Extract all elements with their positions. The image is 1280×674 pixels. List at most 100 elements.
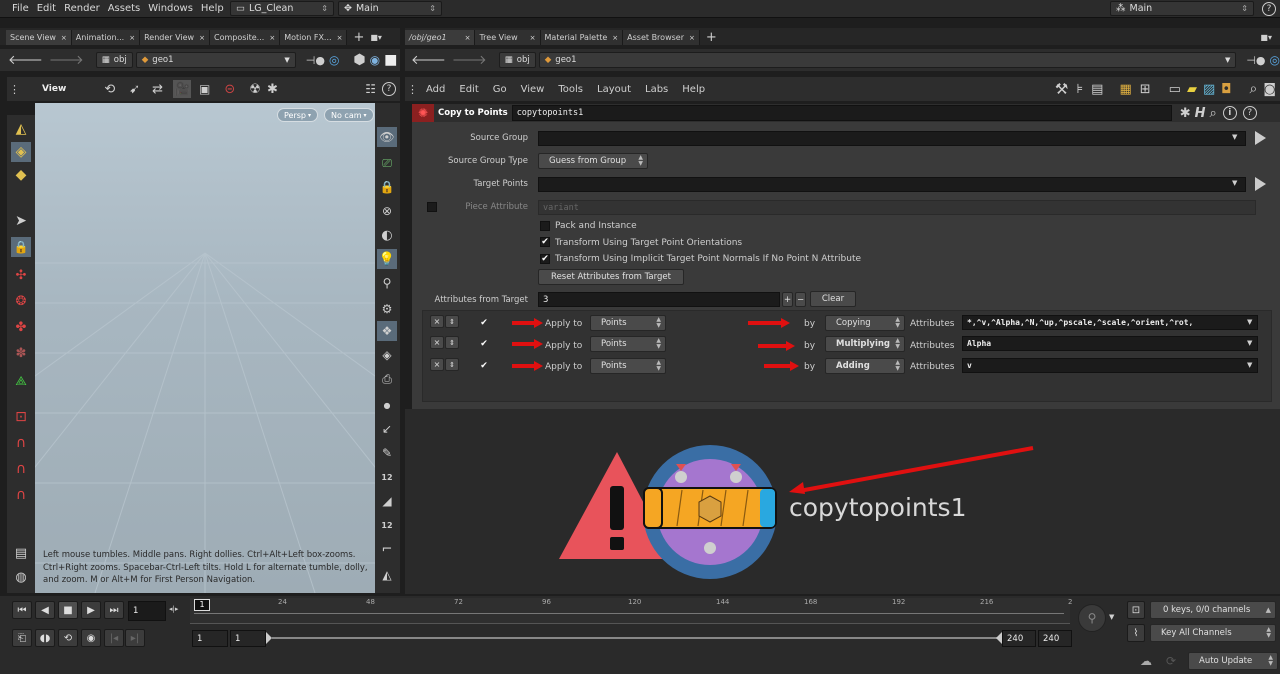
source-group-type-menu[interactable]: Guess from Group ▲ ▼ (538, 153, 648, 169)
square-icon[interactable]: ■ (384, 52, 397, 68)
target-points-field[interactable] (538, 177, 1246, 192)
apply-to-menu[interactable]: Points ▲ ▼ (590, 315, 666, 331)
menu-assets[interactable]: Assets (108, 3, 141, 14)
jump-start-icon[interactable]: ⏮ (12, 601, 32, 619)
menu-labs[interactable]: Labs (645, 84, 668, 95)
row-enable-checkbox[interactable]: ✔ (479, 361, 489, 371)
selection-icon[interactable]: ⚙ (377, 299, 397, 319)
display-icon[interactable]: ▣ (199, 82, 210, 96)
chevron-down-icon[interactable]: ▼ (1247, 339, 1252, 347)
apply-method-menu[interactable]: Adding ▲ ▼ (825, 358, 905, 374)
right-desktop-selector[interactable]: ⁂ Main ⇕ (1110, 1, 1254, 16)
clear-button[interactable]: Clear (810, 291, 856, 307)
forward-arrow-icon[interactable]: 🡒 (49, 52, 84, 68)
row-enable-checkbox[interactable]: ✔ (479, 318, 489, 328)
sticky-note-icon[interactable]: ▰ (1187, 82, 1197, 97)
key-icon[interactable]: ⚲ (1078, 604, 1106, 632)
tab-scene-view[interactable]: Scene View × (6, 30, 72, 45)
step-back-icon[interactable]: ◀ (35, 601, 55, 619)
playback-end-field[interactable]: 240 (1002, 630, 1036, 647)
attributes-field[interactable]: v (962, 358, 1258, 373)
tab-motion-fx[interactable]: Motion FX... × (280, 30, 348, 45)
transform-normals-checkbox[interactable]: ✔ (540, 254, 550, 264)
menu-icon[interactable]: ■▾ (370, 30, 382, 45)
menu-help[interactable]: Help (682, 84, 705, 95)
start-frame-field[interactable]: 1 (192, 630, 228, 647)
fps-icon[interactable]: ◉ (81, 629, 101, 647)
lock-camera-icon[interactable]: 🔒 (377, 177, 397, 197)
tab-animation[interactable]: Animation... × (71, 30, 141, 45)
scene-icon[interactable]: ◉ (370, 53, 380, 67)
path-crumb-geo1[interactable]: ◆ geo1 ▼ (135, 52, 296, 68)
play-icon[interactable]: ▶ (81, 601, 101, 619)
network-editor[interactable]: copytopoints1 (405, 409, 1280, 594)
tumble-icon[interactable]: ⟲ (104, 82, 115, 97)
snap-grid-icon[interactable]: ⊡ (11, 407, 31, 427)
snapshot-icon[interactable]: ⎙ (377, 369, 397, 389)
path-crumb-geo1[interactable]: ◆ geo1 ▼ (538, 52, 1237, 68)
select-arrow-icon[interactable] (1255, 131, 1266, 145)
snap-icon[interactable]: ☢ (249, 82, 261, 97)
transform-orient-checkbox[interactable]: ✔ (540, 237, 550, 247)
tab-tree-view[interactable]: Tree View × (475, 30, 541, 45)
menu-tools[interactable]: Tools (558, 84, 583, 95)
menu-layout[interactable]: Layout (597, 84, 631, 95)
tools-icon[interactable]: ⚒ (1055, 80, 1068, 98)
current-frame-field[interactable]: 1 (128, 601, 166, 621)
attributes-field[interactable]: *,^v,^Alpha,^N,^up,^pscale,^scale,^orien… (962, 315, 1258, 330)
point-icon[interactable]: ● (377, 395, 397, 415)
transform-icon[interactable]: ⇄ (152, 82, 163, 97)
lock-icon[interactable]: 🔒 (11, 237, 31, 257)
close-icon[interactable]: × (689, 34, 695, 42)
paint-icon[interactable]: ◭ (11, 119, 31, 139)
headlight-icon[interactable]: ⚲ (377, 273, 397, 293)
context-selector[interactable]: ✥ Main ⇕ (338, 1, 442, 16)
tab-asset-browser[interactable]: Asset Browser × (623, 30, 700, 45)
brush-icon[interactable]: ◆ (11, 165, 31, 185)
edge-icon[interactable]: ⌐ (377, 539, 397, 559)
tab-material-palette[interactable]: Material Palette × (540, 30, 624, 45)
search-icon[interactable]: ⌕ (1250, 81, 1258, 97)
help-icon[interactable]: ? (382, 82, 396, 96)
shading-icon[interactable]: ◐ (377, 225, 397, 245)
remove-row-button[interactable]: × (430, 336, 444, 349)
sphere-icon[interactable]: ◍ (11, 567, 31, 587)
row-enable-checkbox[interactable]: ✔ (479, 339, 489, 349)
asset-icon[interactable]: ◘ (1221, 82, 1231, 97)
end-frame-field[interactable]: 240 (1038, 630, 1072, 647)
reorder-row-button[interactable]: ⇕ (445, 315, 459, 328)
params-icon[interactable]: ⊞ (1140, 82, 1151, 97)
visibility-icon[interactable]: ⎚ (377, 153, 397, 173)
camera-icon[interactable]: 🎥 (173, 80, 192, 98)
copytopoints-node-graphic[interactable] (555, 444, 815, 584)
reorder-row-button[interactable]: ⇕ (445, 358, 459, 371)
back-arrow-icon[interactable]: 🡐 (8, 52, 43, 68)
geometry-icon[interactable]: ❖ (377, 321, 397, 341)
keys-channels-menu[interactable]: 0 keys, 0/0 channels ▲ (1150, 601, 1276, 619)
menu-view[interactable]: View (521, 84, 545, 95)
attrs-count-field[interactable]: 3 (538, 292, 780, 307)
menu-render[interactable]: Render (64, 3, 100, 14)
view-menu[interactable]: View (42, 84, 66, 94)
apply-to-menu[interactable]: Points ▲ ▼ (590, 336, 666, 352)
audio-icon[interactable]: ◖◗ (35, 629, 55, 647)
remove-row-button[interactable]: × (430, 358, 444, 371)
point-numbers-icon[interactable]: 12 (377, 467, 397, 487)
close-icon[interactable]: × (269, 34, 275, 42)
search-icon[interactable]: ⌕ (1209, 106, 1216, 121)
range-slider[interactable] (272, 637, 998, 639)
frame-step-icon[interactable]: ◂|▸ (169, 605, 178, 613)
pose-icon[interactable]: ✽ (11, 343, 31, 363)
apply-method-menu[interactable]: Copying ▲ ▼ (825, 315, 905, 331)
playback-start-field[interactable]: 1 (230, 630, 266, 647)
tab-obj-geo1[interactable]: /obj/geo1 × (405, 30, 476, 45)
menu-add[interactable]: Add (426, 84, 445, 95)
apply-to-menu[interactable]: Points ▲ ▼ (590, 358, 666, 374)
chevron-down-icon[interactable]: ▼ (1232, 133, 1237, 141)
normal-icon[interactable]: ↙ (377, 419, 397, 439)
node-name-label[interactable]: copytopoints1 (789, 493, 967, 522)
prim-numbers-icon[interactable]: 12 (377, 515, 397, 535)
pen-icon[interactable]: ✎ (377, 443, 397, 463)
channel-icon[interactable]: ⊡ (1127, 601, 1145, 619)
list-icon[interactable]: ▤ (1091, 82, 1103, 97)
